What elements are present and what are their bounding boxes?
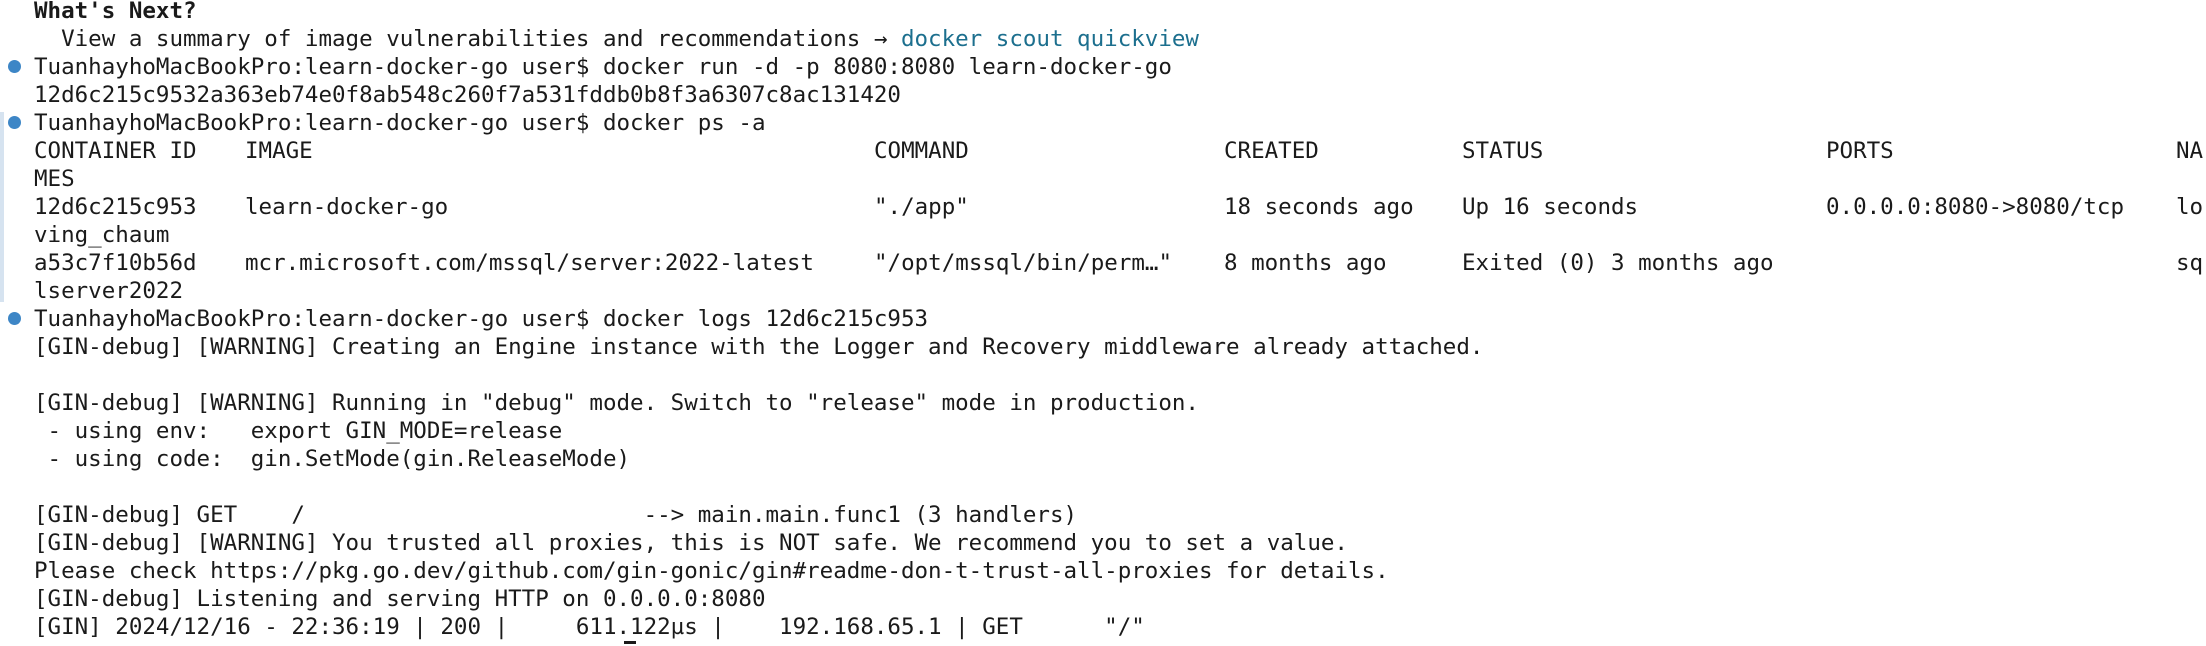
col-header-command: COMMAND	[874, 138, 969, 164]
cell-status: Exited (0) 3 months ago	[1462, 250, 1774, 276]
text-cursor	[624, 641, 636, 644]
cell-status: Up 16 seconds	[1462, 194, 1639, 220]
terminal-output[interactable]: What's Next? View a summary of image vul…	[0, 0, 2206, 646]
prompt-marker-icon	[8, 60, 21, 73]
log-line: - using code: gin.SetMode(gin.ReleaseMod…	[34, 446, 631, 472]
whats-next-heading: What's Next?	[34, 0, 197, 24]
cell-image: learn-docker-go	[245, 194, 449, 220]
cell-container-id: 12d6c215c953	[34, 194, 197, 220]
command-docker-run: TuanhayhoMacBookPro:learn-docker-go user…	[34, 54, 1172, 80]
command-docker-logs: TuanhayhoMacBookPro:learn-docker-go user…	[34, 306, 929, 332]
log-line: [GIN-debug] [WARNING] Running in "debug"…	[34, 390, 1199, 416]
docker-scout-quickview-link[interactable]: docker scout quickview	[901, 26, 1199, 52]
whats-next-summary: View a summary of image vulnerabilities …	[34, 25, 1199, 53]
container-hash-output: 12d6c215c9532a363eb74e0f8ab548c260f7a531…	[34, 82, 901, 108]
cell-names: sq	[2176, 250, 2204, 276]
col-header-status: STATUS	[1462, 138, 1544, 164]
col-header-ports: PORTS	[1826, 138, 1894, 164]
cell-container-id: a53c7f10b56d	[34, 250, 197, 276]
log-line: [GIN-debug] [WARNING] You trusted all pr…	[34, 530, 1348, 556]
cell-names: lo	[2176, 194, 2204, 220]
log-line: [GIN-debug] Listening and serving HTTP o…	[34, 586, 766, 612]
cell-image: mcr.microsoft.com/mssql/server:2022-late…	[245, 250, 814, 276]
prompt-marker-icon	[8, 312, 21, 325]
col-header-names: NA	[2176, 138, 2204, 164]
prompt-marker-icon	[8, 116, 21, 129]
cell-names-wrap: lserver2022	[34, 278, 184, 304]
cell-names-wrap: ving_chaum	[34, 222, 170, 248]
log-line: Please check https://pkg.go.dev/github.c…	[34, 558, 1389, 584]
command-docker-ps: TuanhayhoMacBookPro:learn-docker-go user…	[34, 110, 766, 136]
col-header-created: CREATED	[1224, 138, 1319, 164]
cell-command: "/opt/mssql/bin/perm…"	[874, 250, 1173, 276]
col-header-container-id: CONTAINER ID	[34, 138, 197, 164]
cell-created: 18 seconds ago	[1224, 194, 1414, 220]
cell-created: 8 months ago	[1224, 250, 1387, 276]
cell-command: "./app"	[874, 194, 969, 220]
cell-ports: 0.0.0.0:8080->8080/tcp	[1826, 194, 2125, 220]
col-header-names-wrap: MES	[34, 166, 75, 192]
command-block-gutter	[0, 112, 4, 302]
whats-next-summary-text: View a summary of image vulnerabilities …	[34, 26, 901, 52]
col-header-image: IMAGE	[245, 138, 313, 164]
log-line: [GIN-debug] [WARNING] Creating an Engine…	[34, 334, 1484, 360]
log-line: - using env: export GIN_MODE=release	[34, 418, 563, 444]
log-line: [GIN-debug] GET / --> main.main.func1 (3…	[34, 502, 1078, 528]
log-line: [GIN] 2024/12/16 - 22:36:19 | 200 | 611.…	[34, 614, 1145, 640]
